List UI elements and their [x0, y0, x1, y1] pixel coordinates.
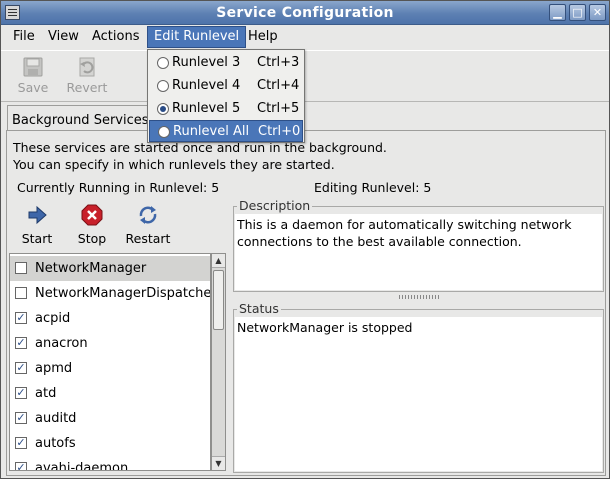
service-name: apmd: [35, 361, 73, 376]
menu-item-accelerator: Ctrl+0: [258, 124, 301, 139]
list-item[interactable]: NetworkManagerDispatcher: [10, 281, 211, 306]
list-item[interactable]: ✓ auditd: [10, 406, 210, 431]
revert-button[interactable]: Revert: [63, 55, 111, 99]
scroll-up-arrow-icon[interactable]: ▲: [212, 254, 225, 268]
service-checkbox[interactable]: [15, 287, 27, 299]
maximize-button[interactable]: □: [569, 4, 586, 21]
radio-selected-icon: [157, 103, 169, 115]
radio-icon: [158, 126, 170, 138]
list-item[interactable]: ✓ atd: [10, 381, 210, 406]
menu-item-accelerator: Ctrl+3: [257, 55, 300, 70]
toolbar: Save Revert: [1, 50, 609, 100]
minimize-button[interactable]: ▁: [549, 4, 566, 21]
menu-item-accelerator: Ctrl+4: [257, 78, 300, 93]
service-checkbox[interactable]: ✓: [15, 337, 27, 349]
menu-item-label: Runlevel All: [173, 124, 250, 139]
menu-item-runlevel-all[interactable]: Runlevel All Ctrl+0: [149, 120, 303, 142]
save-button[interactable]: Save: [9, 55, 57, 99]
list-item[interactable]: ✓ autofs: [10, 431, 210, 456]
list-item[interactable]: ✓ apmd: [10, 356, 210, 381]
menu-edit-runlevel[interactable]: Edit Runlevel: [147, 26, 247, 48]
title-bar[interactable]: Service Configuration ▁ □ ✕: [1, 1, 609, 25]
tab-background-services[interactable]: Background Services: [7, 105, 157, 131]
service-configuration-window: Service Configuration ▁ □ ✕ File View Ac…: [0, 0, 610, 479]
menu-actions[interactable]: Actions: [86, 26, 146, 48]
menu-item-label: Runlevel 5: [172, 101, 241, 116]
services-scrollbar[interactable]: ▲ ▼: [211, 253, 226, 471]
list-item[interactable]: ✓ acpid: [10, 306, 210, 331]
menu-item-runlevel-5[interactable]: Runlevel 5 Ctrl+5: [149, 98, 303, 120]
start-button[interactable]: Start: [11, 204, 63, 246]
list-item[interactable]: ✓ avahi-daemon: [10, 456, 210, 471]
service-name: anacron: [35, 336, 88, 351]
service-name: acpid: [35, 311, 71, 326]
stop-label: Stop: [77, 231, 107, 246]
menu-help[interactable]: Help: [242, 26, 284, 48]
save-label: Save: [17, 80, 49, 95]
restart-label: Restart: [125, 231, 171, 246]
description-text: This is a daemon for automatically switc…: [235, 214, 602, 290]
revert-label: Revert: [66, 80, 108, 95]
pane-resize-handle[interactable]: [399, 295, 439, 299]
menu-file[interactable]: File: [7, 26, 41, 48]
service-checkbox[interactable]: ✓: [15, 362, 27, 374]
radio-icon: [157, 80, 169, 92]
services-list[interactable]: NetworkManager NetworkManagerDispatcher …: [9, 253, 211, 471]
floppy-disk-icon: [23, 57, 43, 77]
service-checkbox[interactable]: ✓: [15, 387, 27, 399]
menu-item-runlevel-4[interactable]: Runlevel 4 Ctrl+4: [149, 75, 303, 97]
menu-item-label: Runlevel 3: [172, 55, 241, 70]
service-name: autofs: [35, 436, 76, 451]
info-line-2: You can specify in which runlevels they …: [13, 157, 335, 172]
menu-item-accelerator: Ctrl+5: [257, 101, 300, 116]
status-label: Status: [237, 301, 281, 316]
menu-item-label: Runlevel 4: [172, 78, 241, 93]
service-name: avahi-daemon: [35, 461, 129, 471]
menu-view[interactable]: View: [42, 26, 85, 48]
toolbar-divider: [1, 101, 609, 102]
scrollbar-thumb[interactable]: [213, 270, 224, 330]
editing-runlevel: Editing Runlevel: 5: [314, 180, 432, 195]
revert-icon: [79, 57, 95, 77]
restart-button[interactable]: Restart: [122, 204, 174, 246]
status-text: NetworkManager is stopped: [235, 317, 602, 471]
service-checkbox[interactable]: ✓: [15, 437, 27, 449]
stop-button[interactable]: Stop: [66, 204, 118, 246]
restart-icon: [139, 206, 157, 224]
start-arrow-icon: [28, 205, 47, 225]
service-name: NetworkManager: [35, 261, 147, 276]
menu-bar: File View Actions Edit Runlevel Help: [1, 25, 609, 49]
window-title: Service Configuration: [216, 5, 394, 21]
list-item[interactable]: NetworkManager: [10, 256, 210, 281]
close-button[interactable]: ✕: [589, 4, 606, 21]
menu-item-runlevel-3[interactable]: Runlevel 3 Ctrl+3: [149, 52, 303, 74]
radio-icon: [157, 57, 169, 69]
start-label: Start: [21, 231, 53, 246]
service-name: auditd: [35, 411, 77, 426]
edit-runlevel-menu: Runlevel 3 Ctrl+3 Runlevel 4 Ctrl+4 Runl…: [147, 49, 305, 143]
service-checkbox[interactable]: ✓: [15, 312, 27, 324]
stop-icon: [81, 204, 103, 226]
service-name: atd: [35, 386, 57, 401]
list-item[interactable]: ✓ anacron: [10, 331, 210, 356]
scroll-down-arrow-icon[interactable]: ▼: [212, 456, 225, 470]
description-label: Description: [237, 198, 313, 213]
current-runlevel: Currently Running in Runlevel: 5: [17, 180, 220, 195]
service-name: NetworkManagerDispatcher: [35, 286, 211, 301]
service-checkbox[interactable]: ✓: [15, 412, 27, 424]
service-checkbox[interactable]: ✓: [15, 462, 27, 470]
service-checkbox[interactable]: [15, 262, 27, 274]
